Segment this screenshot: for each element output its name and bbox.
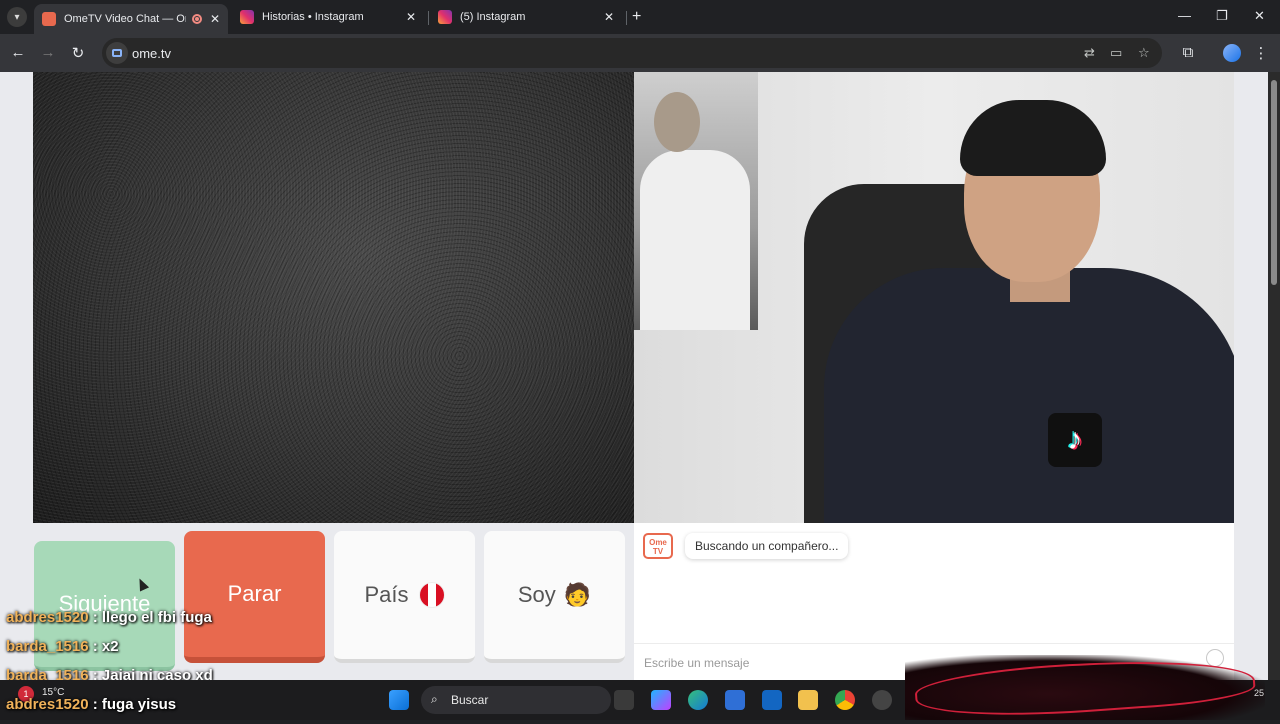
clock-text: 25 [1254,688,1265,698]
file-explorer-icon[interactable] [798,690,818,710]
close-tab-icon[interactable]: ✕ [604,10,614,24]
scrollbar-thumb[interactable] [1271,80,1277,285]
outlook-icon[interactable] [762,690,782,710]
taskbar-search[interactable]: ⌕ Buscar [421,686,611,714]
cast-icon[interactable]: ▭ [1110,45,1122,61]
bookmark-star-icon[interactable]: ☆ [1138,45,1150,61]
store-icon[interactable] [725,690,745,710]
address-bar[interactable]: ome.tv ⇄ ▭ ☆ [102,38,1162,68]
stream-chat-line: abdres1520 : llego el fbi fuga [6,609,212,626]
tab-strip: ▾ OmeTV Video Chat — Ome ✕ Historias • I… [0,0,1280,34]
tab-ometv[interactable]: OmeTV Video Chat — Ome ✕ [34,4,228,34]
maximize-icon[interactable]: ❐ [1216,8,1228,24]
stream-chat-line: barda_1516 : x2 [6,638,119,655]
windows-start-icon[interactable] [389,690,409,710]
new-tab-icon[interactable]: + [632,8,641,26]
tab-historias-instagram[interactable]: Historias • Instagram ✕ [232,4,424,30]
gender-button[interactable]: Soy 🧑 [484,531,625,663]
back-icon[interactable]: ← [9,44,27,61]
stop-button[interactable]: Parar [184,531,325,663]
country-button[interactable]: País [334,531,475,663]
person-emoji-icon: 🧑 [563,582,592,607]
tab-instagram[interactable]: (5) Instagram ✕ [430,4,622,30]
chrome-icon[interactable] [835,690,855,710]
browser-toolbar: ← → ↻ ome.tv ⇄ ▭ ☆ ⧉ ⋮ [0,34,1280,72]
minimize-icon[interactable]: — [1178,8,1191,23]
forward-icon[interactable]: → [39,44,57,61]
obs-icon[interactable] [872,690,892,710]
stream-chat-line: abdres1520 : fuga yisus [6,696,177,713]
translate-icon[interactable]: ⇄ [1084,45,1095,61]
close-tab-icon[interactable]: ✕ [210,12,220,26]
stream-overlay-graphic [905,655,1265,720]
menu-icon[interactable]: ⋮ [1252,44,1270,62]
close-window-icon[interactable]: ✕ [1254,8,1265,24]
self-webcam-video [634,72,1234,523]
instagram-favicon-icon [240,10,254,24]
tab-divider [626,11,627,25]
page-scrollbar[interactable] [1268,72,1280,680]
peru-flag-icon [418,582,445,608]
instagram-favicon-icon [438,10,452,24]
profile-avatar[interactable] [1223,44,1241,62]
tiktok-logo-icon: ♪ [1048,413,1102,467]
url-text[interactable]: ome.tv [132,46,171,61]
reload-icon[interactable]: ↻ [69,44,87,62]
status-message: Buscando un compañero... [685,533,849,559]
edge-icon[interactable] [688,690,708,710]
stranger-video-placeholder [33,72,634,523]
close-tab-icon[interactable]: ✕ [406,10,416,24]
tab-title: Historias • Instagram [262,11,364,23]
tab-title: (5) Instagram [460,11,526,23]
ometv-logo-icon: Ome TV [643,533,673,559]
copilot-icon[interactable] [651,690,671,710]
extensions-icon[interactable]: ⧉ [1179,44,1197,61]
wall-poster [634,72,758,330]
recording-icon [191,14,202,24]
task-view-icon[interactable] [614,690,634,710]
tab-divider [428,11,429,25]
tab-search-icon[interactable]: ▾ [7,7,27,27]
site-info-icon[interactable] [106,42,128,64]
person-body [824,268,1234,523]
ometv-favicon-icon [42,12,56,26]
search-icon: ⌕ [431,692,438,706]
tab-title: OmeTV Video Chat — Ome [64,13,186,25]
